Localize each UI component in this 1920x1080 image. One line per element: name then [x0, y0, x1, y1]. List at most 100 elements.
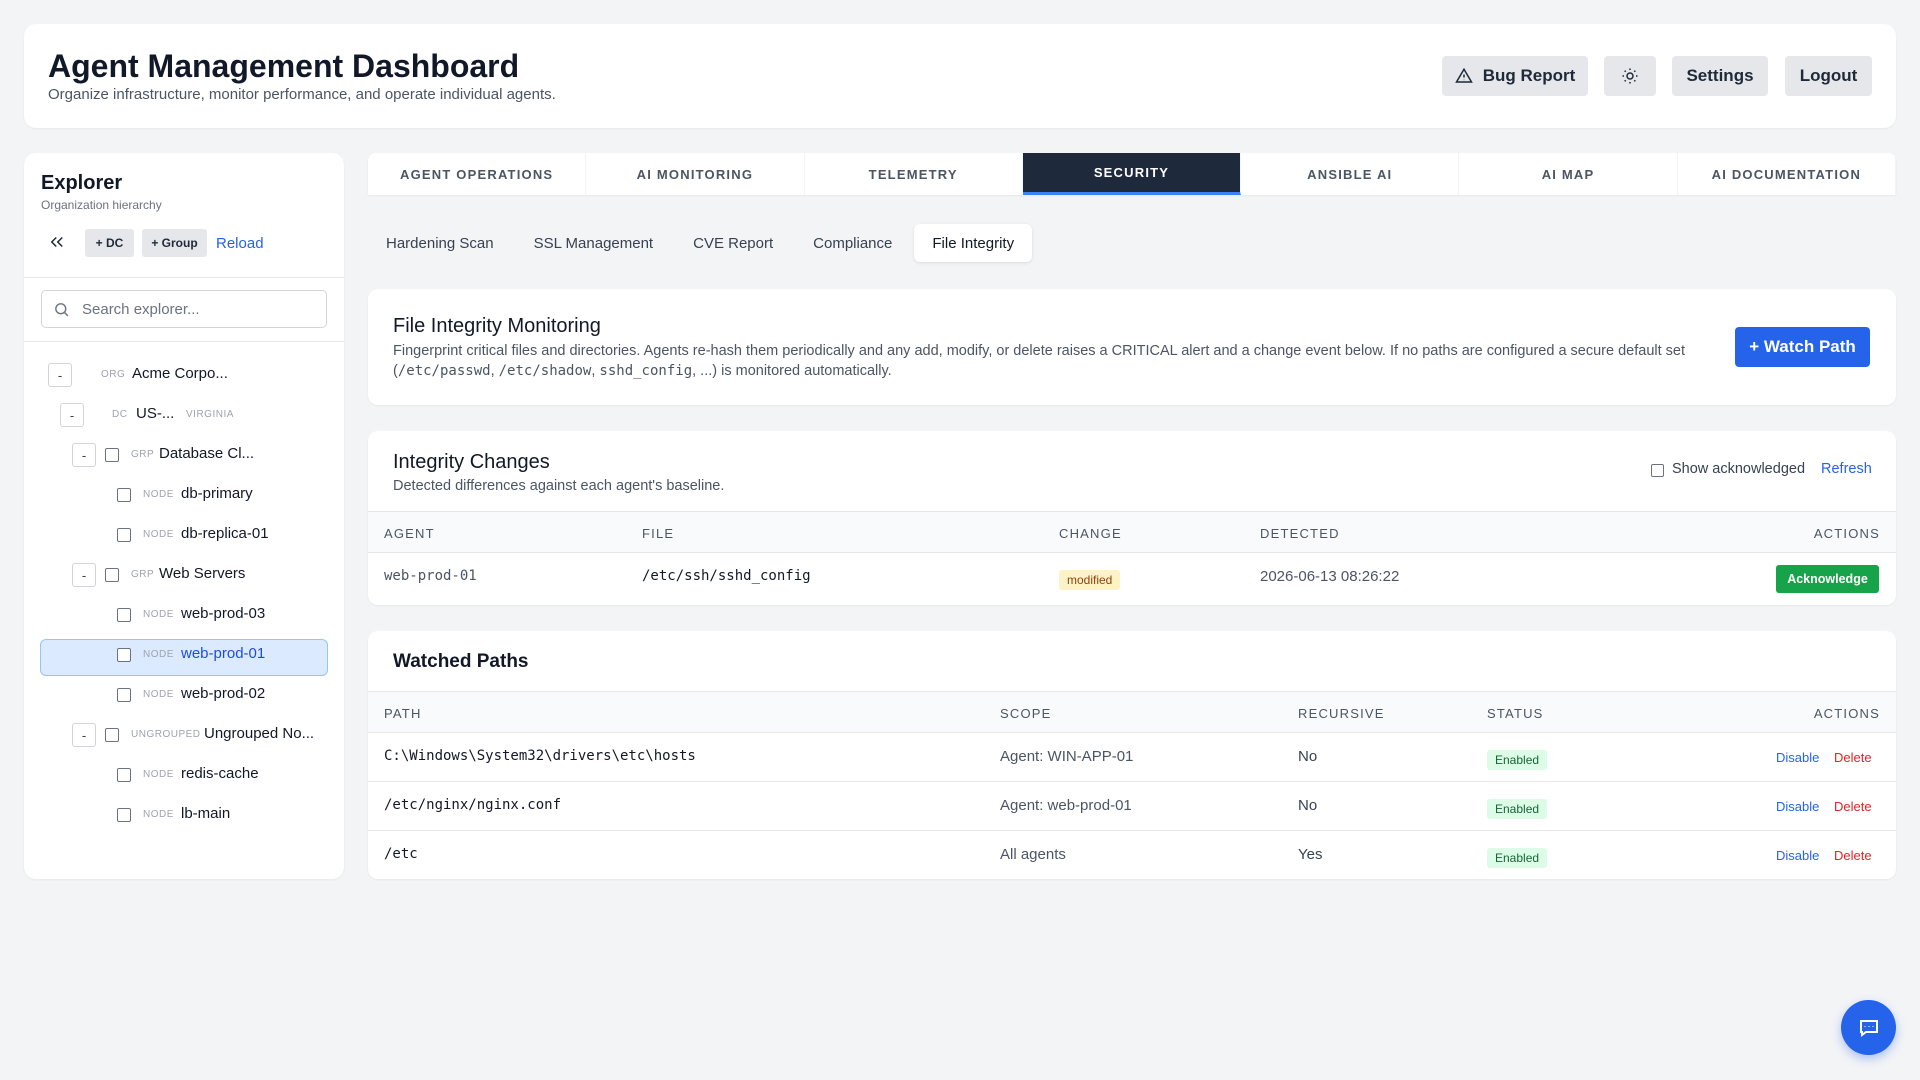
tree-checkbox[interactable]	[117, 688, 131, 702]
tree-toggle[interactable]: -	[72, 443, 96, 467]
tree-kind: GRP	[131, 449, 155, 460]
tree-checkbox[interactable]	[105, 568, 119, 582]
subtab-compliance[interactable]: Compliance	[795, 224, 910, 262]
tab-agent-operations[interactable]: AGENT OPERATIONS	[368, 153, 587, 195]
fim-card: File Integrity Monitoring Fingerprint cr…	[368, 289, 1896, 405]
divider	[24, 341, 344, 342]
tree-item-dc[interactable]: - DC US-... VIRGINIA	[24, 395, 344, 435]
tree-checkbox[interactable]	[117, 488, 131, 502]
settings-button[interactable]: Settings	[1672, 56, 1768, 96]
tree-toggle[interactable]: -	[72, 723, 96, 747]
tree-kind: GRP	[131, 569, 155, 580]
subtab-cve-report[interactable]: CVE Report	[675, 224, 791, 262]
tree-checkbox[interactable]	[117, 808, 131, 822]
tree-label: Web Servers	[159, 565, 246, 582]
tree-checkbox[interactable]	[117, 608, 131, 622]
disable-button[interactable]: Disable	[1776, 848, 1819, 863]
tree-label: lb-main	[181, 805, 231, 822]
table-row: /etc All agents Yes Enabled Disable Dele…	[368, 831, 1896, 879]
changes-table-header: AGENT FILE CHANGE DETECTED ACTIONS	[368, 511, 1896, 553]
tree-item-org[interactable]: - ORG Acme Corpo...	[24, 355, 344, 395]
tab-telemetry[interactable]: TELEMETRY	[805, 153, 1023, 195]
subtab-hardening-scan[interactable]: Hardening Scan	[368, 224, 512, 262]
tree-kind: NODE	[143, 769, 174, 780]
tree-checkbox[interactable]	[117, 648, 131, 662]
subtab-file-integrity[interactable]: File Integrity	[914, 224, 1033, 262]
tree-kind: NODE	[143, 809, 174, 820]
tree-item-node[interactable]: NODE redis-cache	[24, 755, 344, 795]
add-group-button[interactable]: + Group	[142, 229, 207, 257]
tree-checkbox[interactable]	[117, 768, 131, 782]
reload-link[interactable]: Reload	[216, 235, 264, 252]
watched-scope: Agent: WIN-APP-01	[1000, 748, 1134, 765]
explorer-search-input[interactable]: Search explorer...	[41, 290, 327, 328]
tree-item-node[interactable]: NODE lb-main	[24, 795, 344, 835]
warning-icon	[1454, 67, 1473, 83]
status-badge: Enabled	[1487, 750, 1548, 770]
col-scope: SCOPE	[1000, 706, 1052, 721]
delete-button[interactable]: Delete	[1834, 799, 1872, 814]
disable-button[interactable]: Disable	[1776, 750, 1819, 765]
chevrons-left-icon[interactable]	[48, 233, 66, 251]
tree-kind: NODE	[143, 649, 174, 660]
tree-label: web-prod-03	[181, 605, 266, 622]
delete-button[interactable]: Delete	[1834, 848, 1872, 863]
code-shadow: /etc/shadow	[498, 363, 592, 379]
acknowledge-button[interactable]: Acknowledge	[1776, 565, 1879, 593]
tree-label: Ungrouped No...	[204, 725, 315, 742]
fim-desc-text: Fingerprint critical files and directori…	[393, 343, 1686, 359]
tab-ai-map[interactable]: AI MAP	[1459, 153, 1678, 195]
tree-label: db-replica-01	[181, 525, 269, 542]
subtab-ssl-management[interactable]: SSL Management	[516, 224, 672, 262]
tree-item-node[interactable]: NODE web-prod-02	[24, 675, 344, 715]
changes-subtitle: Detected differences against each agent'…	[393, 478, 725, 494]
change-file: /etc/ssh/sshd_config	[642, 568, 811, 584]
watched-paths-card: Watched Paths PATH SCOPE RECURSIVE STATU…	[368, 631, 1896, 879]
chat-button[interactable]	[1841, 1000, 1896, 1055]
fim-desc-sep: ,	[490, 363, 499, 379]
status-badge: modified	[1059, 570, 1121, 590]
bug-report-button[interactable]: Bug Report	[1442, 56, 1588, 96]
tree-item-ungrouped[interactable]: - UNGROUPED Ungrouped No...	[24, 715, 344, 755]
logout-button[interactable]: Logout	[1785, 56, 1872, 96]
tree-item-group[interactable]: - GRP Database Cl...	[24, 435, 344, 475]
tree-label: Acme Corpo...	[132, 365, 228, 382]
changes-title: Integrity Changes	[393, 451, 550, 473]
tree-item-node[interactable]: NODE db-primary	[24, 475, 344, 515]
add-dc-button[interactable]: + DC	[85, 229, 134, 257]
tab-ansible-ai[interactable]: ANSIBLE AI	[1241, 153, 1460, 195]
delete-button[interactable]: Delete	[1834, 750, 1872, 765]
tree-toggle[interactable]: -	[60, 403, 84, 427]
tree-item-group[interactable]: - GRP Web Servers	[24, 555, 344, 595]
tree-kind: ORG	[101, 369, 126, 380]
tree-label: db-primary	[181, 485, 253, 502]
col-recursive: RECURSIVE	[1298, 706, 1385, 721]
tab-security[interactable]: SECURITY	[1022, 153, 1242, 195]
tree-item-node-selected[interactable]: NODE web-prod-01	[24, 635, 344, 675]
watched-recursive: Yes	[1298, 846, 1323, 863]
tree-toggle[interactable]: -	[48, 363, 72, 387]
fim-description: Fingerprint critical files and directori…	[393, 341, 1723, 381]
tree-item-node[interactable]: NODE db-replica-01	[24, 515, 344, 555]
tree-checkbox[interactable]	[105, 448, 119, 462]
tab-ai-documentation[interactable]: AI DOCUMENTATION	[1678, 153, 1896, 195]
tree-kind: DC	[112, 409, 128, 420]
tree-toggle[interactable]: -	[72, 563, 96, 587]
security-subtabs: Hardening Scan SSL Management CVE Report…	[368, 224, 1033, 262]
watch-path-button[interactable]: + Watch Path	[1735, 327, 1870, 367]
integrity-changes-card: Integrity Changes Detected differences a…	[368, 431, 1896, 605]
watched-path: C:\Windows\System32\drivers\etc\hosts	[384, 748, 696, 764]
col-detected: DETECTED	[1260, 526, 1340, 541]
theme-toggle-button[interactable]	[1604, 56, 1656, 96]
refresh-link[interactable]: Refresh	[1821, 461, 1872, 477]
sun-icon	[1622, 68, 1638, 84]
table-row: C:\Windows\System32\drivers\etc\hosts Ag…	[368, 733, 1896, 782]
tree-checkbox[interactable]	[105, 728, 119, 742]
tree-region: VIRGINIA	[186, 409, 234, 420]
show-acknowledged-checkbox[interactable]	[1651, 464, 1664, 477]
tree-checkbox[interactable]	[117, 528, 131, 542]
tree-item-node[interactable]: NODE web-prod-03	[24, 595, 344, 635]
tab-ai-monitoring[interactable]: AI MONITORING	[586, 153, 805, 195]
disable-button[interactable]: Disable	[1776, 799, 1819, 814]
watched-path: /etc	[384, 846, 418, 862]
